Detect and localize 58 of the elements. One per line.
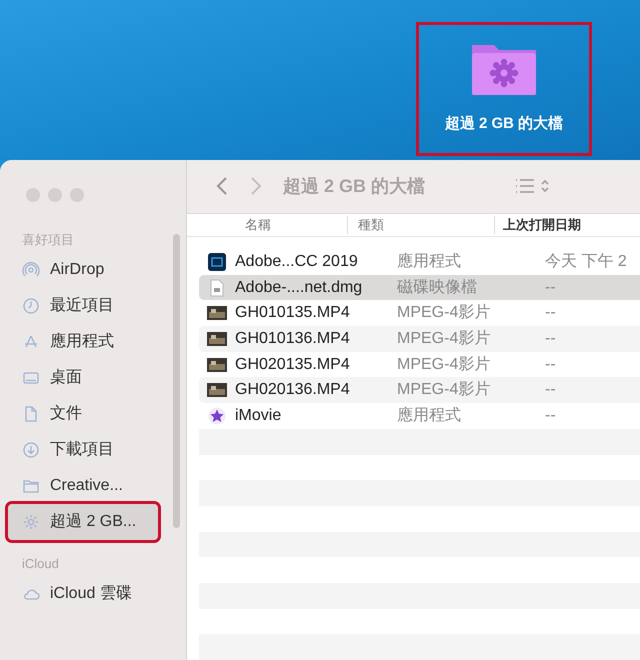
date-opened: -- <box>545 406 556 426</box>
window-title: 超過 2 GB 的大檔 <box>283 174 426 198</box>
file-name: GH010136.MP4 <box>235 328 351 349</box>
sidebar-item[interactable]: iCloud 雲碟 <box>8 576 158 612</box>
file-kind: 磁碟映像檔 <box>397 278 478 298</box>
file-row[interactable]: Adobe-....net.dmg 磁碟映像檔 -- <box>199 274 640 300</box>
file-name: Adobe...CC 2019 <box>235 252 359 272</box>
download-icon <box>22 441 40 459</box>
date-opened: -- <box>545 354 556 375</box>
video-thumbnail-icon <box>207 332 227 346</box>
zoom-button[interactable] <box>70 188 84 202</box>
forward-icon[interactable] <box>249 176 263 196</box>
file-name: GH020135.MP4 <box>235 354 351 375</box>
airdrop-icon <box>22 261 40 279</box>
file-name: Adobe-....net.dmg <box>235 278 364 298</box>
sidebar-item[interactable]: 文件 <box>8 396 158 432</box>
file-kind: MPEG-4影片 <box>397 380 492 400</box>
folder-label: 超過 2 GB 的大檔 <box>444 114 564 134</box>
column-header[interactable]: 名稱 <box>187 215 347 235</box>
sidebar-item[interactable]: 桌面 <box>8 360 158 396</box>
date-opened: -- <box>545 328 556 349</box>
sidebar-item[interactable]: 超過 2 GB... <box>8 504 158 540</box>
desktop-folder[interactable]: 超過 2 GB 的大檔 <box>416 22 592 156</box>
file-kind: MPEG-4影片 <box>397 354 492 375</box>
file-kind: 應用程式 <box>397 406 462 426</box>
file-kind: 應用程式 <box>397 252 462 272</box>
sidebar-item[interactable]: Creative... <box>8 468 158 504</box>
video-thumbnail-icon <box>207 306 227 320</box>
date-opened: 今天 下午 2 <box>545 252 627 272</box>
minimize-button[interactable] <box>48 188 62 202</box>
clock-icon <box>22 297 40 315</box>
sidebar-item[interactable]: 應用程式 <box>8 324 158 360</box>
sidebar-heading: iCloud <box>21 555 60 573</box>
gear-icon <box>22 513 40 531</box>
video-thumbnail-icon <box>207 358 227 372</box>
video-thumbnail-icon <box>207 383 227 398</box>
sidebar-item[interactable]: 下載項目 <box>8 432 158 468</box>
date-opened: -- <box>545 303 556 324</box>
file-kind: MPEG-4影片 <box>397 302 492 324</box>
file-name: GH010135.MP4 <box>235 303 351 324</box>
photoshop-icon <box>208 252 226 271</box>
disk-image-icon <box>209 278 225 297</box>
column-header[interactable]: 種類 <box>348 215 494 235</box>
file-row[interactable]: GH010136.MP4 MPEG-4影片 -- <box>199 326 640 352</box>
column-header[interactable]: 上次打開日期 <box>495 215 581 235</box>
scrollbar[interactable] <box>173 234 180 528</box>
back-icon[interactable] <box>215 176 229 196</box>
sidebar-item[interactable]: AirDrop <box>8 252 158 288</box>
sidebar-item[interactable]: 最近項目 <box>8 288 158 324</box>
sidebar-heading: 喜好項目 <box>21 231 75 249</box>
file-name: iMovie <box>235 406 282 426</box>
star-icon <box>208 406 226 425</box>
file-row[interactable]: GH020136.MP4 MPEG-4影片 -- <box>199 377 640 404</box>
date-opened: -- <box>545 278 556 298</box>
date-opened: -- <box>545 380 556 400</box>
file-name: GH020136.MP4 <box>235 380 351 400</box>
close-button[interactable] <box>26 188 40 202</box>
file-kind: MPEG-4影片 <box>397 328 492 349</box>
